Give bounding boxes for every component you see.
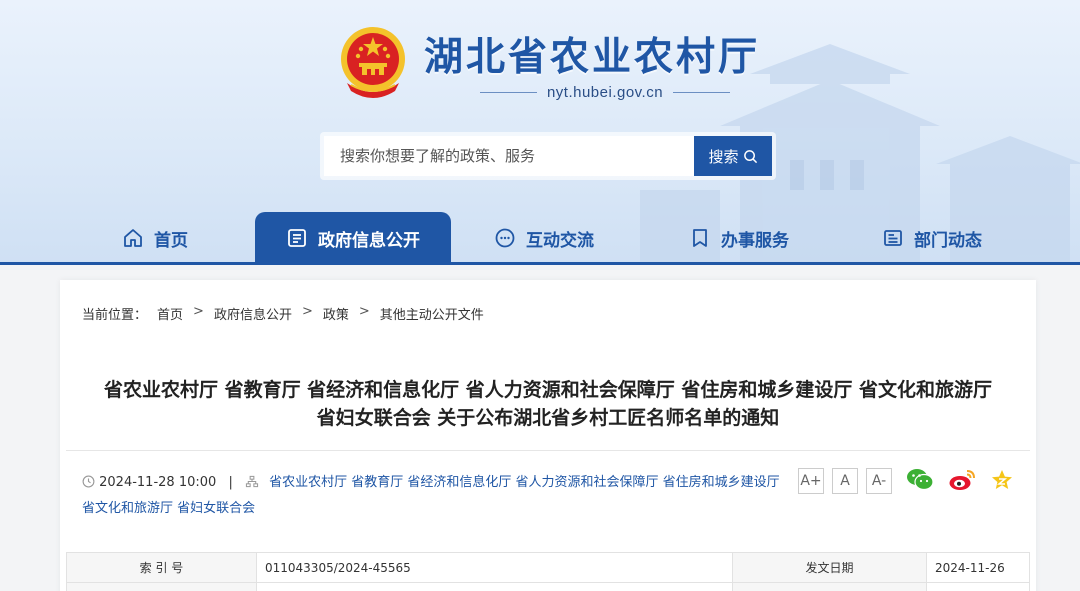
table-key: 索 引 号 xyxy=(66,552,257,583)
home-icon xyxy=(124,229,142,247)
breadcrumb-link-policy[interactable]: 政策 xyxy=(323,304,349,323)
nav-item-label: 首页 xyxy=(154,230,188,251)
bookmark-icon xyxy=(693,229,707,247)
breadcrumb-link-gov-info[interactable]: 政府信息公开 xyxy=(214,304,292,323)
table-value xyxy=(256,582,733,591)
nav-item-home[interactable]: 首页 xyxy=(122,212,188,264)
chat-icon xyxy=(495,228,515,248)
breadcrumb-separator: > xyxy=(193,304,204,319)
domain-line-left xyxy=(480,91,537,93)
table-value: 011043305/2024-45565 xyxy=(256,552,733,583)
meta-line: 2024-11-28 10:00 | 省农业农村厅 省教育厅 省经济和信息化厅 … xyxy=(82,470,782,496)
breadcrumb-separator: > xyxy=(301,304,313,319)
nav-active-indicator xyxy=(345,258,359,264)
table-row xyxy=(66,582,1030,591)
table-key xyxy=(66,582,257,591)
nav-underline xyxy=(0,262,1080,265)
org-icon xyxy=(245,475,259,488)
article-meta: 2024-11-28 10:00 | 省农业农村厅 省教育厅 省经济和信息化厅 … xyxy=(82,470,782,522)
font-default-button[interactable]: A xyxy=(832,468,858,494)
nav-item-label: 互动交流 xyxy=(526,230,594,251)
breadcrumb-prefix: 当前位置： xyxy=(82,308,148,323)
clock-icon xyxy=(82,475,95,488)
search-icon xyxy=(743,149,757,163)
search-button-label: 搜索 xyxy=(708,147,739,166)
article-title: 省农业农村厅 省教育厅 省经济和信息化厅 省人力资源和社会保障厅 省住房和城乡建… xyxy=(80,376,1016,432)
nav-item-interaction[interactable]: 互动交流 xyxy=(494,212,594,264)
table-row: 索 引 号 011043305/2024-45565 发文日期 2024-11-… xyxy=(66,552,1030,583)
article-title-line: 省妇女联合会 关于公布湖北省乡村工匠名师名单的通知 xyxy=(316,407,780,429)
table-key: 发文日期 xyxy=(732,552,927,583)
news-icon xyxy=(884,230,902,246)
breadcrumb: 当前位置： 首页 > 政府信息公开 > 政策 > 其他主动公开文件 xyxy=(82,304,484,323)
search-input[interactable] xyxy=(324,136,694,176)
weibo-icon[interactable] xyxy=(948,468,976,492)
search-box: 搜索 xyxy=(320,132,776,180)
wechat-icon[interactable] xyxy=(906,468,934,492)
nav-item-gov-info[interactable]: 政府信息公开 xyxy=(255,212,451,264)
national-emblem-icon xyxy=(341,27,405,98)
site-header: 湖北省农业农村厅 nyt.hubei.gov.cn 搜索 首页 xyxy=(0,0,1080,264)
domain-text: nyt.hubei.gov.cn xyxy=(546,83,664,101)
table-value xyxy=(926,582,1030,591)
info-table: 索 引 号 011043305/2024-45565 发文日期 2024-11-… xyxy=(66,552,1030,591)
table-value: 2024-11-26 xyxy=(926,552,1030,583)
nav-item-label: 部门动态 xyxy=(914,230,982,251)
breadcrumb-link-other-files[interactable]: 其他主动公开文件 xyxy=(380,304,484,323)
publisher-orgs: 省文化和旅游厅 省妇女联合会 xyxy=(82,501,256,516)
breadcrumb-separator: > xyxy=(358,304,370,319)
publisher-orgs: 省农业农村厅 省教育厅 省经济和信息化厅 省人力资源和社会保障厅 省住房和城乡建… xyxy=(269,475,780,490)
favorite-icon[interactable] xyxy=(990,468,1014,492)
article-card: 当前位置： 首页 > 政府信息公开 > 政策 > 其他主动公开文件 省农业农村厅… xyxy=(60,280,1036,591)
divider xyxy=(66,450,1030,451)
table-key xyxy=(732,582,927,591)
nav-item-department-news[interactable]: 部门动态 xyxy=(882,212,982,264)
publish-datetime: 2024-11-28 10:00 xyxy=(99,475,217,490)
domain-line-right xyxy=(673,91,731,93)
font-decrease-button[interactable]: A- xyxy=(866,468,892,494)
share-bar xyxy=(906,468,1014,492)
nav-item-services[interactable]: 办事服务 xyxy=(689,212,789,264)
font-increase-button[interactable]: A+ xyxy=(798,468,824,494)
meta-separator: | xyxy=(228,475,233,490)
search-button[interactable]: 搜索 xyxy=(694,136,772,176)
font-size-controls: A+ A A- xyxy=(798,468,892,494)
site-domain: nyt.hubei.gov.cn xyxy=(480,82,731,102)
breadcrumb-link-home[interactable]: 首页 xyxy=(157,304,183,323)
site-title: 湖北省农业农村厅 xyxy=(424,34,761,80)
nav-item-label: 办事服务 xyxy=(721,230,789,251)
document-icon xyxy=(288,229,306,247)
article-title-line: 省农业农村厅 省教育厅 省经济和信息化厅 省人力资源和社会保障厅 省住房和城乡建… xyxy=(103,379,993,401)
main-nav: 首页 政府信息公开 互动交流 办事服务 部门动态 xyxy=(0,212,1080,264)
nav-item-label: 政府信息公开 xyxy=(318,230,420,251)
